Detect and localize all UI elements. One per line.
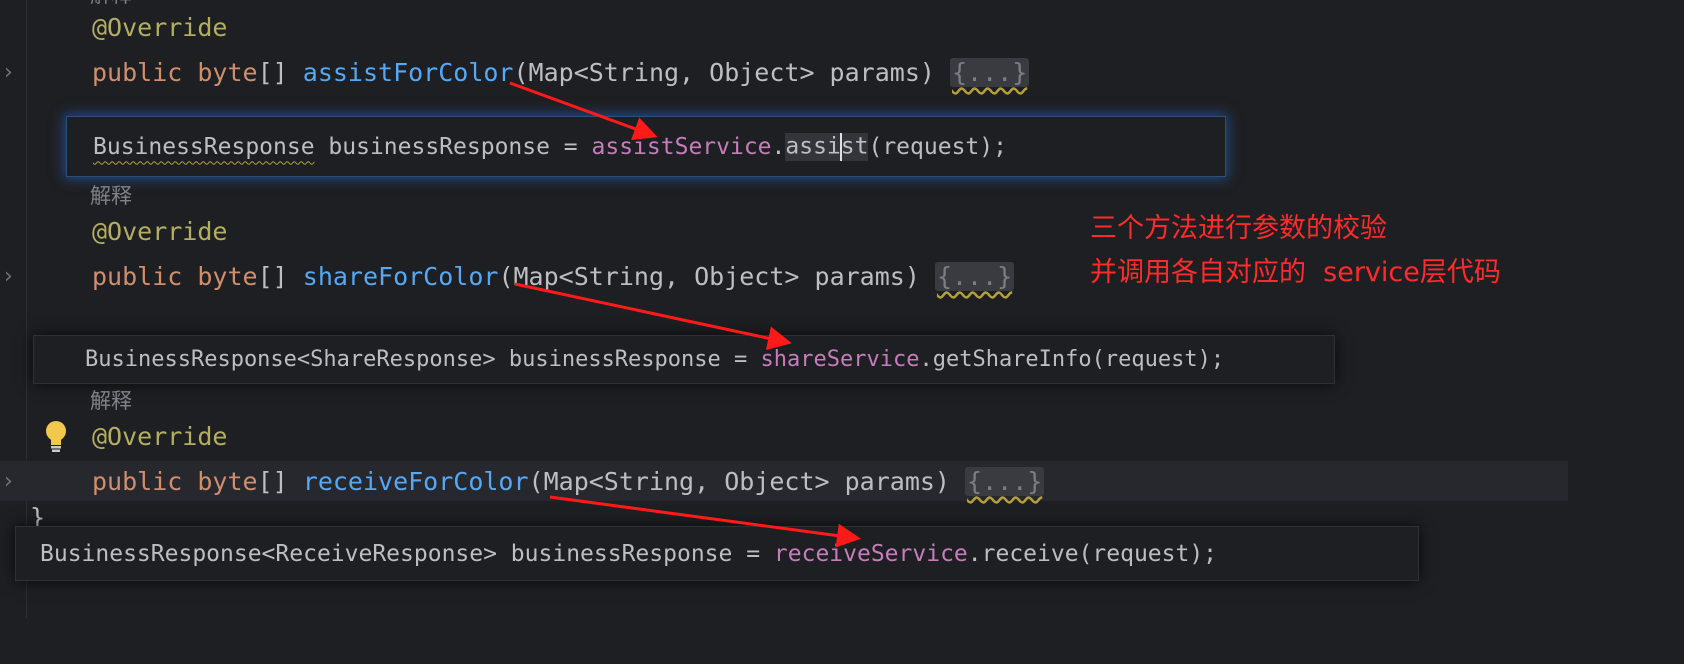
override-annotation-2: @Override — [92, 217, 228, 246]
method-signature-share: public byte[] shareForColor(Map<String, … — [92, 259, 1015, 295]
keyword-byte: byte — [197, 467, 258, 496]
receive-decl: BusinessResponse<ReceiveResponse> busine… — [40, 540, 774, 567]
type-business-response: BusinessResponse — [93, 133, 315, 160]
chevron-right-icon[interactable]: › — [4, 265, 20, 289]
hint-label-top: 解释 — [90, 0, 132, 10]
dot: . — [771, 133, 786, 160]
array-brackets: [] — [257, 262, 288, 291]
receive-call: .receive(request); — [967, 540, 1218, 567]
folded-body-share[interactable]: {...} — [934, 262, 1015, 291]
assist-method-call[interactable]: assist — [785, 132, 869, 161]
assist-service-popup[interactable]: BusinessResponse businessResponse = assi… — [66, 116, 1226, 177]
method-name-share[interactable]: shareForColor — [303, 262, 499, 291]
annotation-line-2: 并调用各自对应的 service层代码 — [1090, 257, 1501, 288]
folded-body-receive[interactable]: {...} — [965, 467, 1045, 496]
method-params: (Map<String, Object> params) — [528, 467, 950, 496]
annotation-line-1: 三个方法进行参数的校验 — [1090, 213, 1387, 244]
share-service-popup[interactable]: BusinessResponse<ShareResponse> business… — [33, 335, 1335, 384]
method-params: (Map<String, Object> params) — [513, 58, 935, 87]
keyword-public: public — [92, 467, 183, 496]
share-decl: BusinessResponse<ShareResponse> business… — [85, 347, 761, 372]
folded-body-assist[interactable]: {...} — [949, 58, 1030, 87]
call-args: (request); — [868, 133, 1007, 160]
assist-service-field[interactable]: assistService — [592, 134, 772, 160]
override-annotation-3: @Override — [92, 422, 228, 451]
method-signature-receive: public byte[] receiveForColor(Map<String… — [92, 464, 1045, 500]
override-annotation-1: @Override — [92, 13, 228, 42]
receive-service-popup[interactable]: BusinessResponse<ReceiveResponse> busine… — [15, 526, 1419, 581]
share-service-field[interactable]: shareService — [761, 347, 920, 372]
lightbulb-icon[interactable] — [44, 419, 68, 453]
receive-popup-code: BusinessResponse<ReceiveResponse> busine… — [40, 527, 1217, 580]
hint-label-receive: 解释 — [90, 389, 132, 413]
keyword-public: public — [92, 262, 183, 291]
method-name-receive[interactable]: receiveForColor — [303, 467, 529, 496]
method-part-a: assi — [785, 133, 841, 159]
method-name-assist[interactable]: assistForColor — [303, 58, 514, 87]
chevron-right-icon[interactable]: › — [4, 61, 20, 85]
share-popup-code: BusinessResponse<ShareResponse> business… — [85, 336, 1224, 383]
keyword-byte: byte — [197, 58, 258, 87]
method-part-b: st — [840, 133, 869, 159]
assist-popup-code: BusinessResponse businessResponse = assi… — [93, 117, 1007, 176]
array-brackets: [] — [257, 58, 288, 87]
keyword-byte: byte — [197, 262, 258, 291]
var-decl: businessResponse = — [314, 133, 592, 160]
chevron-right-icon[interactable]: › — [4, 470, 20, 494]
keyword-public: public — [92, 58, 183, 87]
receive-service-field[interactable]: receiveService — [774, 541, 968, 567]
method-signature-assist: public byte[] assistForColor(Map<String,… — [92, 55, 1030, 91]
method-params: (Map<String, Object> params) — [498, 262, 920, 291]
share-call: .getShareInfo(request); — [919, 347, 1225, 372]
array-brackets: [] — [257, 467, 288, 496]
hint-label-share: 解释 — [90, 184, 132, 208]
